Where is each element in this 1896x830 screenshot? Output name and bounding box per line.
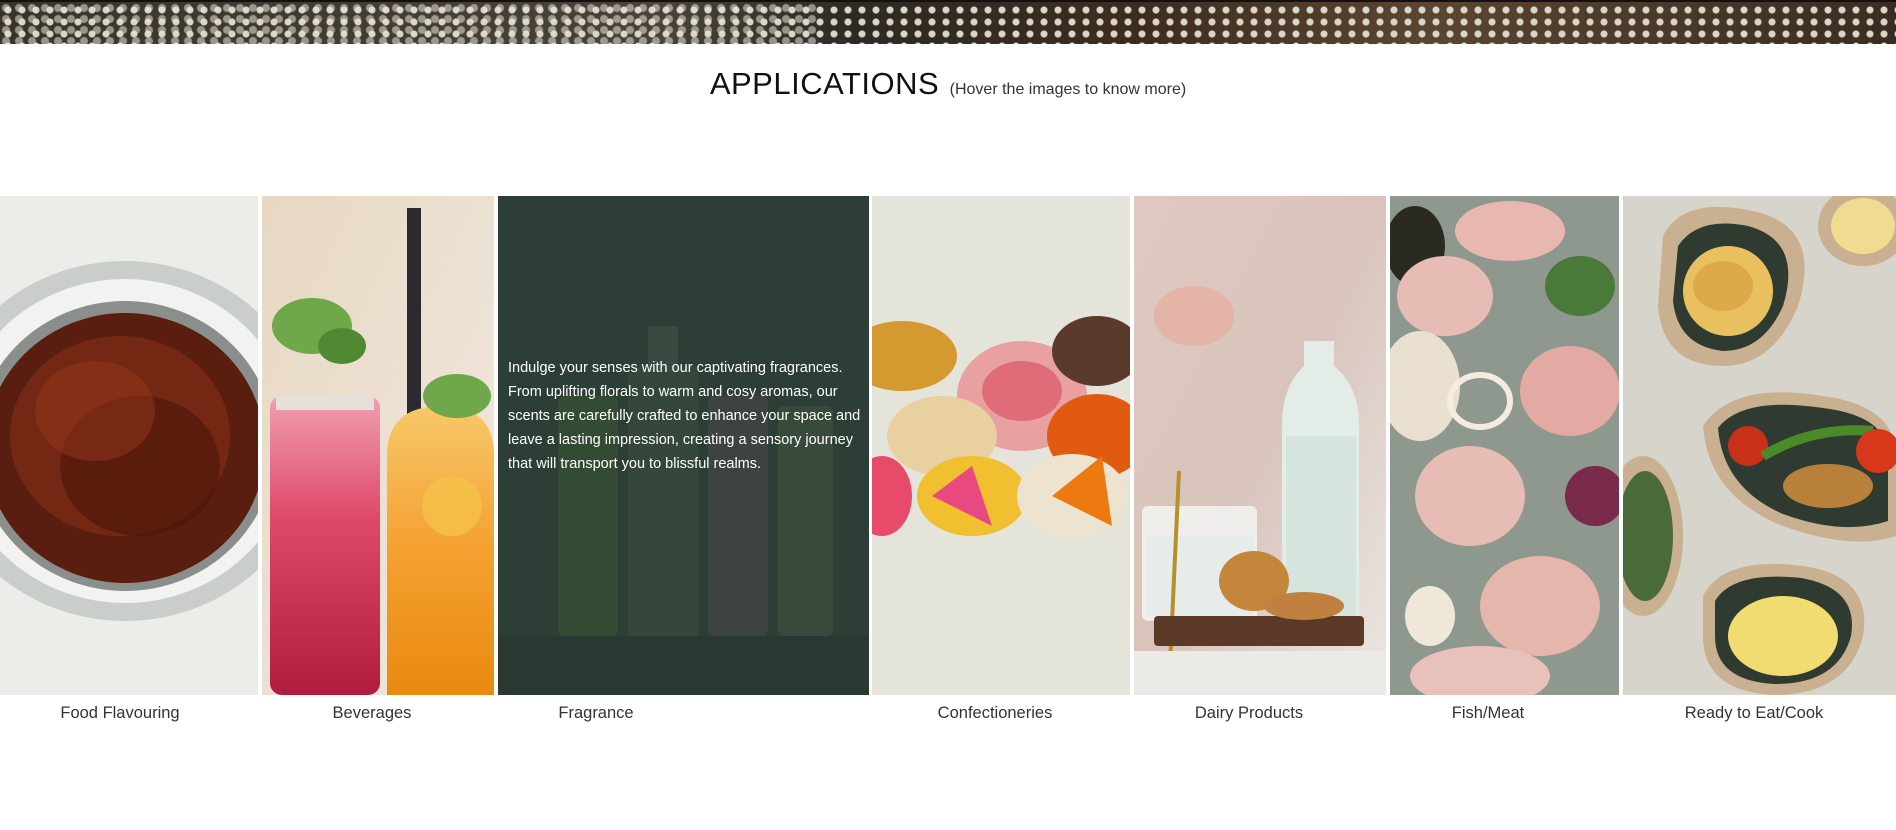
- applications-heading: APPLICATIONS (Hover the images to know m…: [0, 66, 1896, 102]
- card-label: Fish/Meat: [1451, 704, 1525, 722]
- dairy-products-image[interactable]: [1134, 196, 1386, 695]
- beverages-image[interactable]: [262, 196, 494, 695]
- fragrance-hover-overlay: Indulge your senses with our captivating…: [498, 196, 869, 695]
- section-title: APPLICATIONS: [709, 66, 940, 101]
- card-beverages[interactable]: Beverages: [262, 196, 494, 726]
- section-hint: (Hover the images to know more): [949, 81, 1187, 98]
- card-label: Beverages: [332, 704, 412, 722]
- card-fragrance[interactable]: Indulge your senses with our captivating…: [498, 196, 869, 726]
- confectioneries-image[interactable]: [872, 196, 1130, 695]
- card-ready-to-eat-cook[interactable]: Ready to Eat/Cook: [1623, 196, 1896, 726]
- food-flavouring-image[interactable]: [0, 196, 258, 695]
- card-label: Food Flavouring: [60, 704, 180, 722]
- fragrance-image[interactable]: Indulge your senses with our captivating…: [498, 196, 869, 695]
- card-label: Dairy Products: [1194, 704, 1304, 722]
- ready-to-eat-cook-image[interactable]: [1623, 196, 1896, 695]
- card-dairy-products[interactable]: Dairy Products: [1134, 196, 1386, 726]
- fish-meat-image[interactable]: [1390, 196, 1619, 695]
- fragrance-description: Indulge your senses with our captivating…: [508, 360, 861, 472]
- card-label: Confectioneries: [937, 704, 1053, 722]
- card-label: Fragrance: [558, 704, 634, 722]
- applications-gallery: Food Flavouring Beverages Indulge your s…: [0, 196, 1896, 726]
- top-banner-image: [0, 0, 1896, 44]
- card-fish-meat[interactable]: Fish/Meat: [1390, 196, 1619, 726]
- card-confectioneries[interactable]: Confectioneries: [872, 196, 1130, 726]
- card-food-flavouring[interactable]: Food Flavouring: [0, 196, 258, 726]
- card-label: Ready to Eat/Cook: [1684, 704, 1824, 722]
